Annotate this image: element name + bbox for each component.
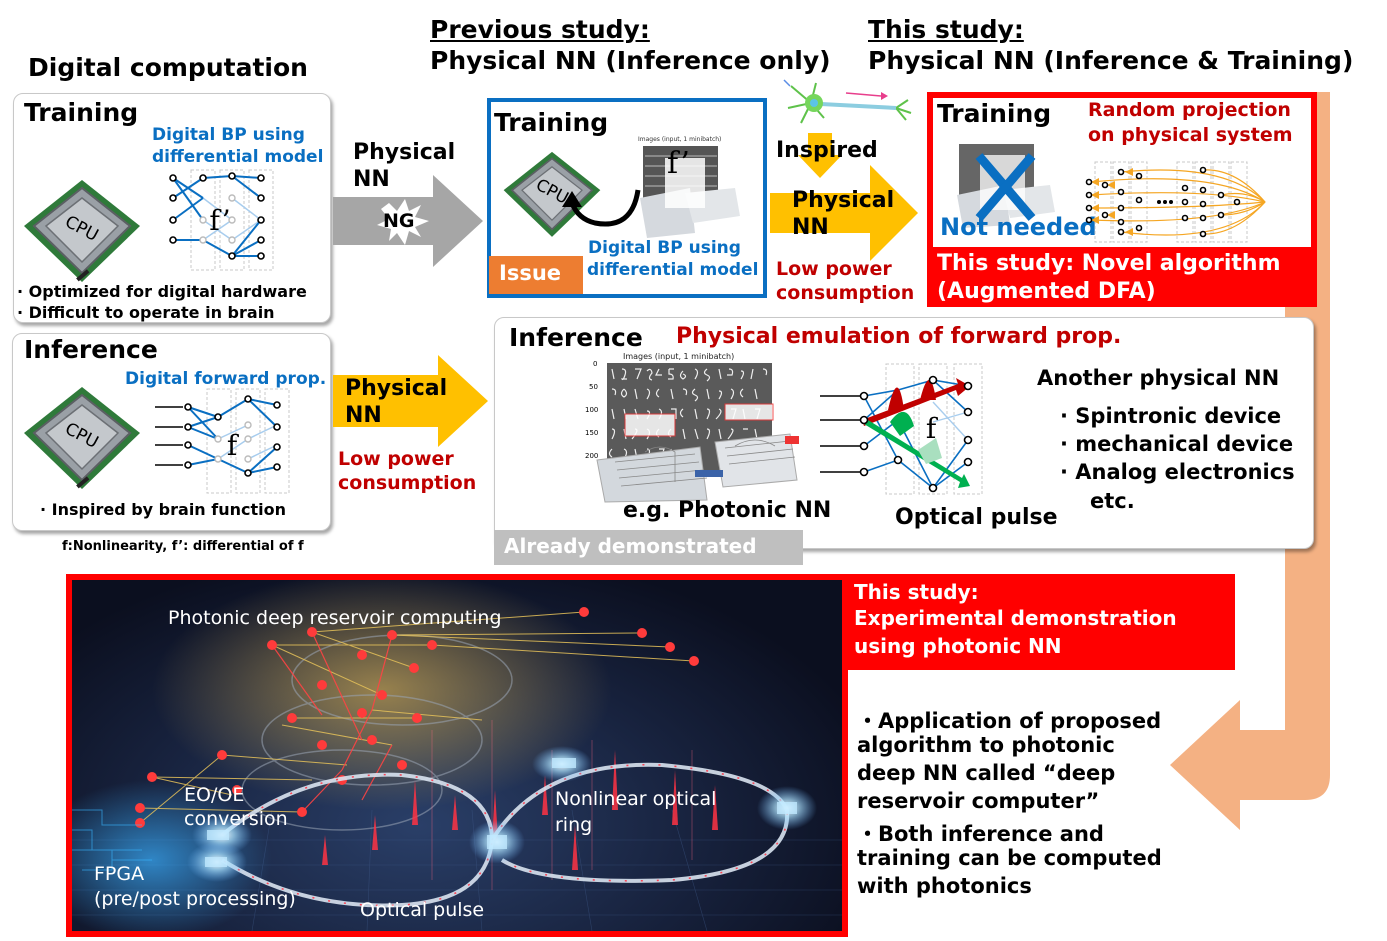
- demo-banner-line: using photonic NN: [854, 634, 1062, 658]
- digital-inference-title: Inference: [24, 335, 158, 364]
- inference-arrow-label-1: Physical: [345, 376, 448, 401]
- demo-bullet-line: ・Application of proposed: [857, 709, 1162, 733]
- demo-bullet-line: reservoir computer”: [857, 789, 1100, 813]
- demo-bullet-line: with photonics: [857, 874, 1032, 898]
- nn-backprop-diagram-icon: f’: [169, 169, 274, 271]
- footnote: f:Nonlinearity, f’: differential of f: [62, 539, 304, 554]
- neuron-icon: [783, 79, 912, 124]
- digital-training-caption-1: Digital BP using: [152, 125, 305, 145]
- another-physical-nn-item: · Spintronic device: [1060, 404, 1282, 428]
- nonlinear-ring-label-1: Nonlinear optical: [555, 788, 717, 810]
- issue-badge: Issue: [489, 256, 583, 294]
- reservoir-label: Photonic deep reservoir computing: [168, 607, 502, 629]
- another-physical-nn-etc: etc.: [1090, 489, 1135, 513]
- ng-arrow-label-2: NN: [353, 167, 390, 192]
- already-demonstrated-label: Already demonstrated: [504, 534, 757, 558]
- demo-banner-line: This study:: [854, 580, 979, 604]
- digital-training-title: Training: [24, 98, 139, 127]
- photonic-nn-caption: e.g. Photonic NN: [623, 498, 832, 523]
- previous-training-caption-1: Digital BP using: [588, 238, 741, 258]
- inference-arrow-label-2: NN: [345, 403, 382, 428]
- nn-symbol: f: [926, 412, 939, 445]
- eo-conversion-label-1: EO/OE: [184, 784, 245, 806]
- physical-inference-title: Inference: [509, 323, 643, 352]
- demo-bullet-line: ・Both inference and: [857, 822, 1104, 846]
- issue-badge-label: Issue: [499, 261, 562, 285]
- not-needed-label: Not needed: [940, 213, 1097, 241]
- optical-pulse-diagram-icon: f: [820, 363, 983, 495]
- cpu-icon: CPU: [22, 385, 142, 505]
- this-training-title: Training: [937, 99, 1052, 128]
- novel-algorithm-banner-1: This study: Novel algorithm: [937, 251, 1281, 276]
- cpu-icon: CPU: [22, 178, 142, 298]
- photonic-nn-image: Images (input, 1 minibatch) 0 50 100 150…: [585, 352, 810, 503]
- projection-caption-2: on physical system: [1088, 124, 1293, 146]
- nn-forward-diagram-icon: f: [155, 388, 290, 494]
- nonlinear-ring-label-2: ring: [555, 814, 593, 836]
- previous-training-title: Training: [494, 108, 609, 137]
- digital-training-caption-2: differential model: [152, 147, 324, 167]
- feedback-arrow-icon: [562, 189, 641, 227]
- demo-bullet-line: algorithm to photonic: [857, 733, 1115, 757]
- physical-inference-subtitle: Physical emulation of forward prop.: [676, 324, 1122, 349]
- ng-badge: NG: [383, 210, 415, 232]
- fpga-label-2: (pre/post processing): [94, 888, 296, 910]
- random-projection-diagram-icon: [1085, 161, 1266, 243]
- eo-conversion-label-2: conversion: [184, 808, 288, 830]
- novel-algorithm-banner-2: (Augmented DFA): [937, 279, 1156, 304]
- optical-pulse-label: Optical pulse: [360, 899, 485, 921]
- photonic-chip-thumbnail: Images (input, 1 minibatch) f’: [635, 136, 740, 238]
- demo-banner-line: Experimental demonstration: [854, 606, 1177, 630]
- inspired-arrow-label-2: NN: [792, 215, 829, 240]
- inference-arrow-note-2: consumption: [338, 472, 477, 494]
- optical-pulse-caption: Optical pulse: [895, 505, 1058, 530]
- projection-caption-1: Random projection: [1088, 99, 1291, 121]
- previous-training-caption-2: differential model: [587, 260, 759, 280]
- inspired-arrow-label-1: Physical: [792, 188, 895, 213]
- nn-symbol: f’: [667, 146, 690, 181]
- fpga-label-1: FPGA: [94, 863, 145, 885]
- digital-inference-caption: Digital forward prop.: [125, 369, 327, 389]
- another-physical-nn-item: · Analog electronics: [1060, 460, 1295, 484]
- digital-inference-bullet: · Inspired by brain function: [40, 500, 286, 519]
- already-demonstrated-badge: Already demonstrated: [494, 530, 803, 565]
- another-physical-nn-title: Another physical NN: [1037, 366, 1280, 390]
- inspired-arrow-note-1: Low power: [776, 258, 892, 280]
- cross-icon: [975, 153, 1036, 221]
- another-physical-nn-item: · mechanical device: [1060, 432, 1294, 456]
- inference-arrow-note-1: Low power: [338, 448, 454, 470]
- ng-arrow-label-1: Physical: [353, 140, 456, 165]
- chart-caption: Images (input, 1 minibatch): [638, 136, 722, 143]
- inspired-arrow-note-2: consumption: [776, 282, 915, 304]
- demo-bullet-line: training can be computed: [857, 846, 1162, 870]
- nn-symbol: f’: [209, 204, 230, 237]
- demo-bullet-line: deep NN called “deep: [857, 761, 1116, 785]
- inspired-label: Inspired: [776, 138, 878, 163]
- digital-training-bullet: · Optimized for digital hardware: [17, 282, 307, 301]
- photonic-reservoir-illustration: Photonic deep reservoir computing EO/OE …: [72, 580, 842, 931]
- digital-training-bullet: · Difficult to operate in brain: [17, 303, 275, 322]
